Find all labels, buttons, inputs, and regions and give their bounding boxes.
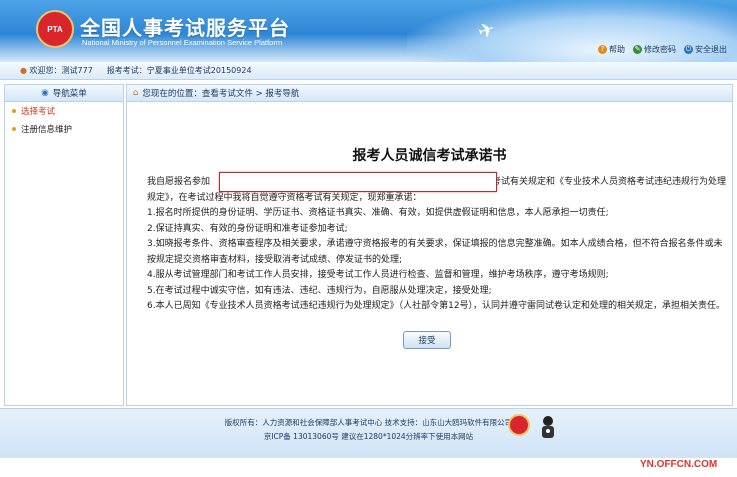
- info-bar: ● 欢迎您：测试777 报考考试：宁夏事业单位考试20150924: [0, 62, 737, 80]
- logo-text: PTA: [47, 24, 63, 34]
- site-header: PTA 全国人事考试服务平台 National Ministry of Pers…: [0, 0, 737, 62]
- cyber-police-icon[interactable]: [538, 414, 558, 440]
- commitment-item: 4.服从考试管理部门和考试工作人员安排，接受考试工作人员进行检查、监督和管理，维…: [147, 270, 609, 280]
- commitment-item: 5.在考试过程中诚实守信，如有违法、违纪、违规行为，自愿服从处理决定，接受处理;: [147, 285, 492, 296]
- watermark: YN.OFFCN.COM: [640, 459, 718, 470]
- sidebar-item-label: 注册信息维护: [21, 125, 73, 135]
- document-body: 我自愿报名参加 考试有关规定和《专业技术人员资格考试违纪违规行为处理规定》，在考试…: [131, 175, 729, 315]
- commitment-item: 1.报名时所提供的身份证明、学历证书、资格证书真实、准确、有效，如提供虚假证明和…: [147, 208, 609, 218]
- change-password-link[interactable]: ✎ 修改密码: [633, 44, 676, 55]
- commitment-item: 6.本人已周知《专业技术人员资格考试违纪违规行为处理规定》（人社部令第12号），…: [147, 301, 726, 311]
- welcome-text: 欢迎您：测试777: [29, 66, 93, 75]
- breadcrumb: ⌂ 您现在的位置：查看考试文件 > 报考导航: [127, 85, 732, 102]
- logo-icon: PTA: [36, 10, 74, 48]
- change-password-label: 修改密码: [644, 45, 676, 54]
- sidebar-item-label: 选择考试: [21, 107, 56, 117]
- help-label: 帮助: [609, 45, 625, 54]
- footer: 版权所有：人力资源和社会保障部人事考试中心 技术支持：山东山大鸥玛软件有限公司 …: [0, 408, 737, 458]
- sidebar-header: ◉ 导航菜单: [5, 85, 123, 102]
- intro-start: 我自愿报名参加: [147, 177, 211, 187]
- menu-icon: ◉: [41, 88, 49, 98]
- exit-icon: ⏻: [684, 45, 693, 54]
- top-links: ? 帮助 ✎ 修改密码 ⏻ 安全退出: [598, 44, 727, 55]
- police-badge-icon[interactable]: [508, 414, 530, 436]
- user-welcome: ● 欢迎您：测试777: [20, 65, 93, 76]
- sidebar-title: 导航菜单: [52, 89, 87, 99]
- sidebar: ◉ 导航菜单 选择考试 注册信息维护: [4, 84, 124, 406]
- sidebar-item-registration-info[interactable]: 注册信息维护: [5, 120, 123, 138]
- logout-label: 安全退出: [695, 45, 727, 54]
- commitment-item: 2.保证持真实、有效的身份证明和准考证参加考试;: [147, 223, 348, 234]
- footer-icp: 京ICP备 13013060号 建议在1280*1024分辨率下使用本网站: [263, 432, 474, 441]
- home-icon: ⌂: [133, 88, 139, 98]
- main-panel: ⌂ 您现在的位置：查看考试文件 > 报考导航 报考人员诚信考试承诺书 我自愿报名…: [126, 84, 733, 406]
- exam-name-field[interactable]: [219, 172, 497, 192]
- help-icon: ?: [598, 45, 607, 54]
- exam-text: 报考考试：宁夏事业单位考试20150924: [106, 66, 252, 75]
- help-link[interactable]: ? 帮助: [598, 44, 625, 55]
- site-title: 全国人事考试服务平台: [80, 16, 290, 40]
- accept-button[interactable]: 接受: [403, 331, 451, 349]
- breadcrumb-text: 您现在的位置：查看考试文件 > 报考导航: [142, 89, 300, 99]
- bullet-icon: [12, 109, 16, 113]
- bullet-icon: [12, 127, 16, 131]
- sidebar-item-select-exam[interactable]: 选择考试: [5, 102, 123, 120]
- logout-link[interactable]: ⏻ 安全退出: [684, 44, 727, 55]
- document-title: 报考人员诚信考试承诺书: [352, 148, 507, 164]
- site-subtitle: National Ministry of Personnel Examinati…: [82, 38, 283, 47]
- footer-copyright: 版权所有：人力资源和社会保障部人事考试中心 技术支持：山东山大鸥玛软件有限公司: [224, 418, 513, 427]
- key-icon: ✎: [633, 45, 642, 54]
- commitment-item: 3.如晓报考条件、资格审查程序及相关要求，承诺遵守资格报考的有关要求，保证填报的…: [147, 239, 723, 265]
- user-icon: ●: [20, 66, 27, 75]
